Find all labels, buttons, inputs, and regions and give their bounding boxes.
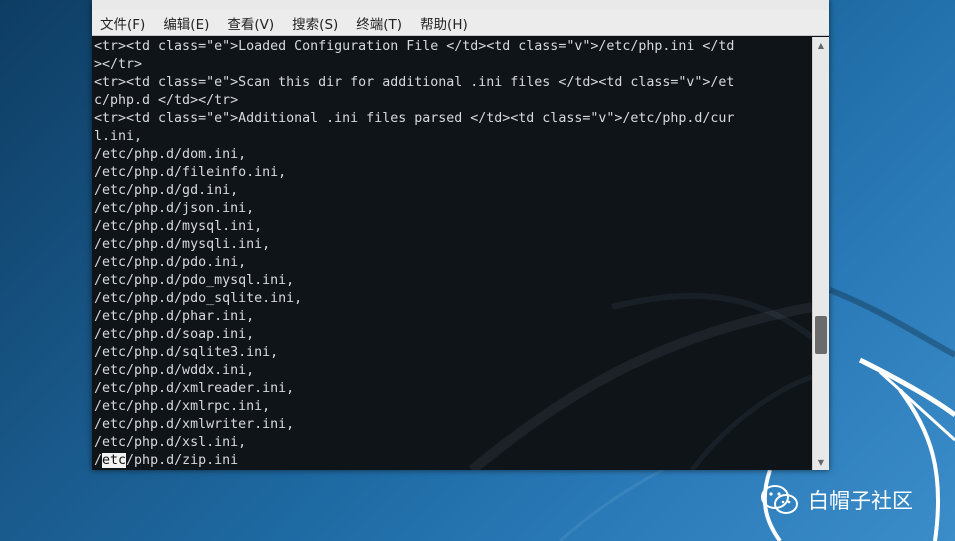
terminal-line: c/php.d </td></tr> bbox=[94, 93, 239, 108]
terminal-line: /etc/php.d/fileinfo.ini, bbox=[94, 165, 287, 180]
terminal-line: /etc/php.d/pdo_sqlite.ini, bbox=[94, 291, 303, 306]
terminal-line: ></tr> bbox=[94, 57, 143, 72]
menu-terminal[interactable]: 终端(T) bbox=[356, 13, 402, 33]
terminal-line: /etc/php.d/dom.ini, bbox=[94, 147, 247, 162]
terminal-line: <tr><td class="e">Loaded Configuration F… bbox=[94, 39, 735, 54]
terminal-line: /etc/php.d/wddx.ini, bbox=[94, 363, 255, 378]
menu-view[interactable]: 查看(V) bbox=[227, 13, 274, 33]
wechat-icon bbox=[761, 485, 798, 514]
terminal-line: /etc/php.d/xmlreader.ini, bbox=[94, 381, 295, 396]
scrollbar-thumb[interactable] bbox=[815, 316, 827, 354]
menu-edit[interactable]: 编辑(E) bbox=[163, 13, 209, 33]
terminal-line: /etc/php.d/mysqli.ini, bbox=[94, 237, 271, 252]
scroll-down-arrow-icon[interactable]: ▼ bbox=[813, 455, 829, 469]
vertical-scrollbar[interactable]: ▲ ▼ bbox=[812, 37, 829, 470]
terminal-line: /etc/php.d/json.ini, bbox=[94, 201, 255, 216]
selected-text[interactable]: etc bbox=[102, 453, 127, 468]
terminal-line: /etc/php.d/mysql.ini, bbox=[94, 219, 263, 234]
scroll-up-arrow-icon[interactable]: ▲ bbox=[813, 38, 829, 52]
terminal-window: 文件(F) 编辑(E) 查看(V) 搜索(S) 终端(T) 帮助(H) <tr>… bbox=[92, 0, 829, 470]
terminal-line: /etc/php.d/phar.ini, bbox=[94, 309, 255, 324]
terminal-line: /etc/php.d/xmlwriter.ini, bbox=[94, 417, 295, 432]
last-line-suffix: /php.d/zip.ini bbox=[126, 453, 239, 468]
last-line-prefix: / bbox=[94, 453, 103, 468]
terminal-line: /etc/php.d/xmlrpc.ini, bbox=[94, 399, 271, 414]
menu-bar: 文件(F) 编辑(E) 查看(V) 搜索(S) 终端(T) 帮助(H) bbox=[92, 10, 829, 36]
terminal-line: /etc/php.d/sqlite3.ini, bbox=[94, 345, 279, 360]
watermark-text: 白帽子社区 bbox=[808, 489, 913, 513]
terminal-line: /etc/php.d/gd.ini, bbox=[94, 183, 239, 198]
watermark: 白帽子社区 bbox=[760, 478, 913, 522]
menu-file[interactable]: 文件(F) bbox=[100, 13, 145, 33]
terminal-last-line: /etc/php.d/zip.ini bbox=[94, 452, 812, 470]
terminal-line: <tr><td class="e">Scan this dir for addi… bbox=[94, 75, 735, 90]
terminal-line: /etc/php.d/xsl.ini, bbox=[94, 435, 247, 450]
terminal-line: /etc/php.d/pdo_mysql.ini, bbox=[94, 273, 295, 288]
terminal-output[interactable]: <tr><td class="e">Loaded Configuration F… bbox=[92, 37, 812, 470]
terminal-line: <tr><td class="e">Additional .ini files … bbox=[94, 111, 735, 126]
terminal-line: /etc/php.d/soap.ini, bbox=[94, 327, 255, 342]
menu-search[interactable]: 搜索(S) bbox=[292, 13, 338, 33]
terminal-line: l.ini, bbox=[94, 129, 143, 144]
menu-help[interactable]: 帮助(H) bbox=[420, 13, 468, 33]
terminal-line: /etc/php.d/pdo.ini, bbox=[94, 255, 247, 270]
